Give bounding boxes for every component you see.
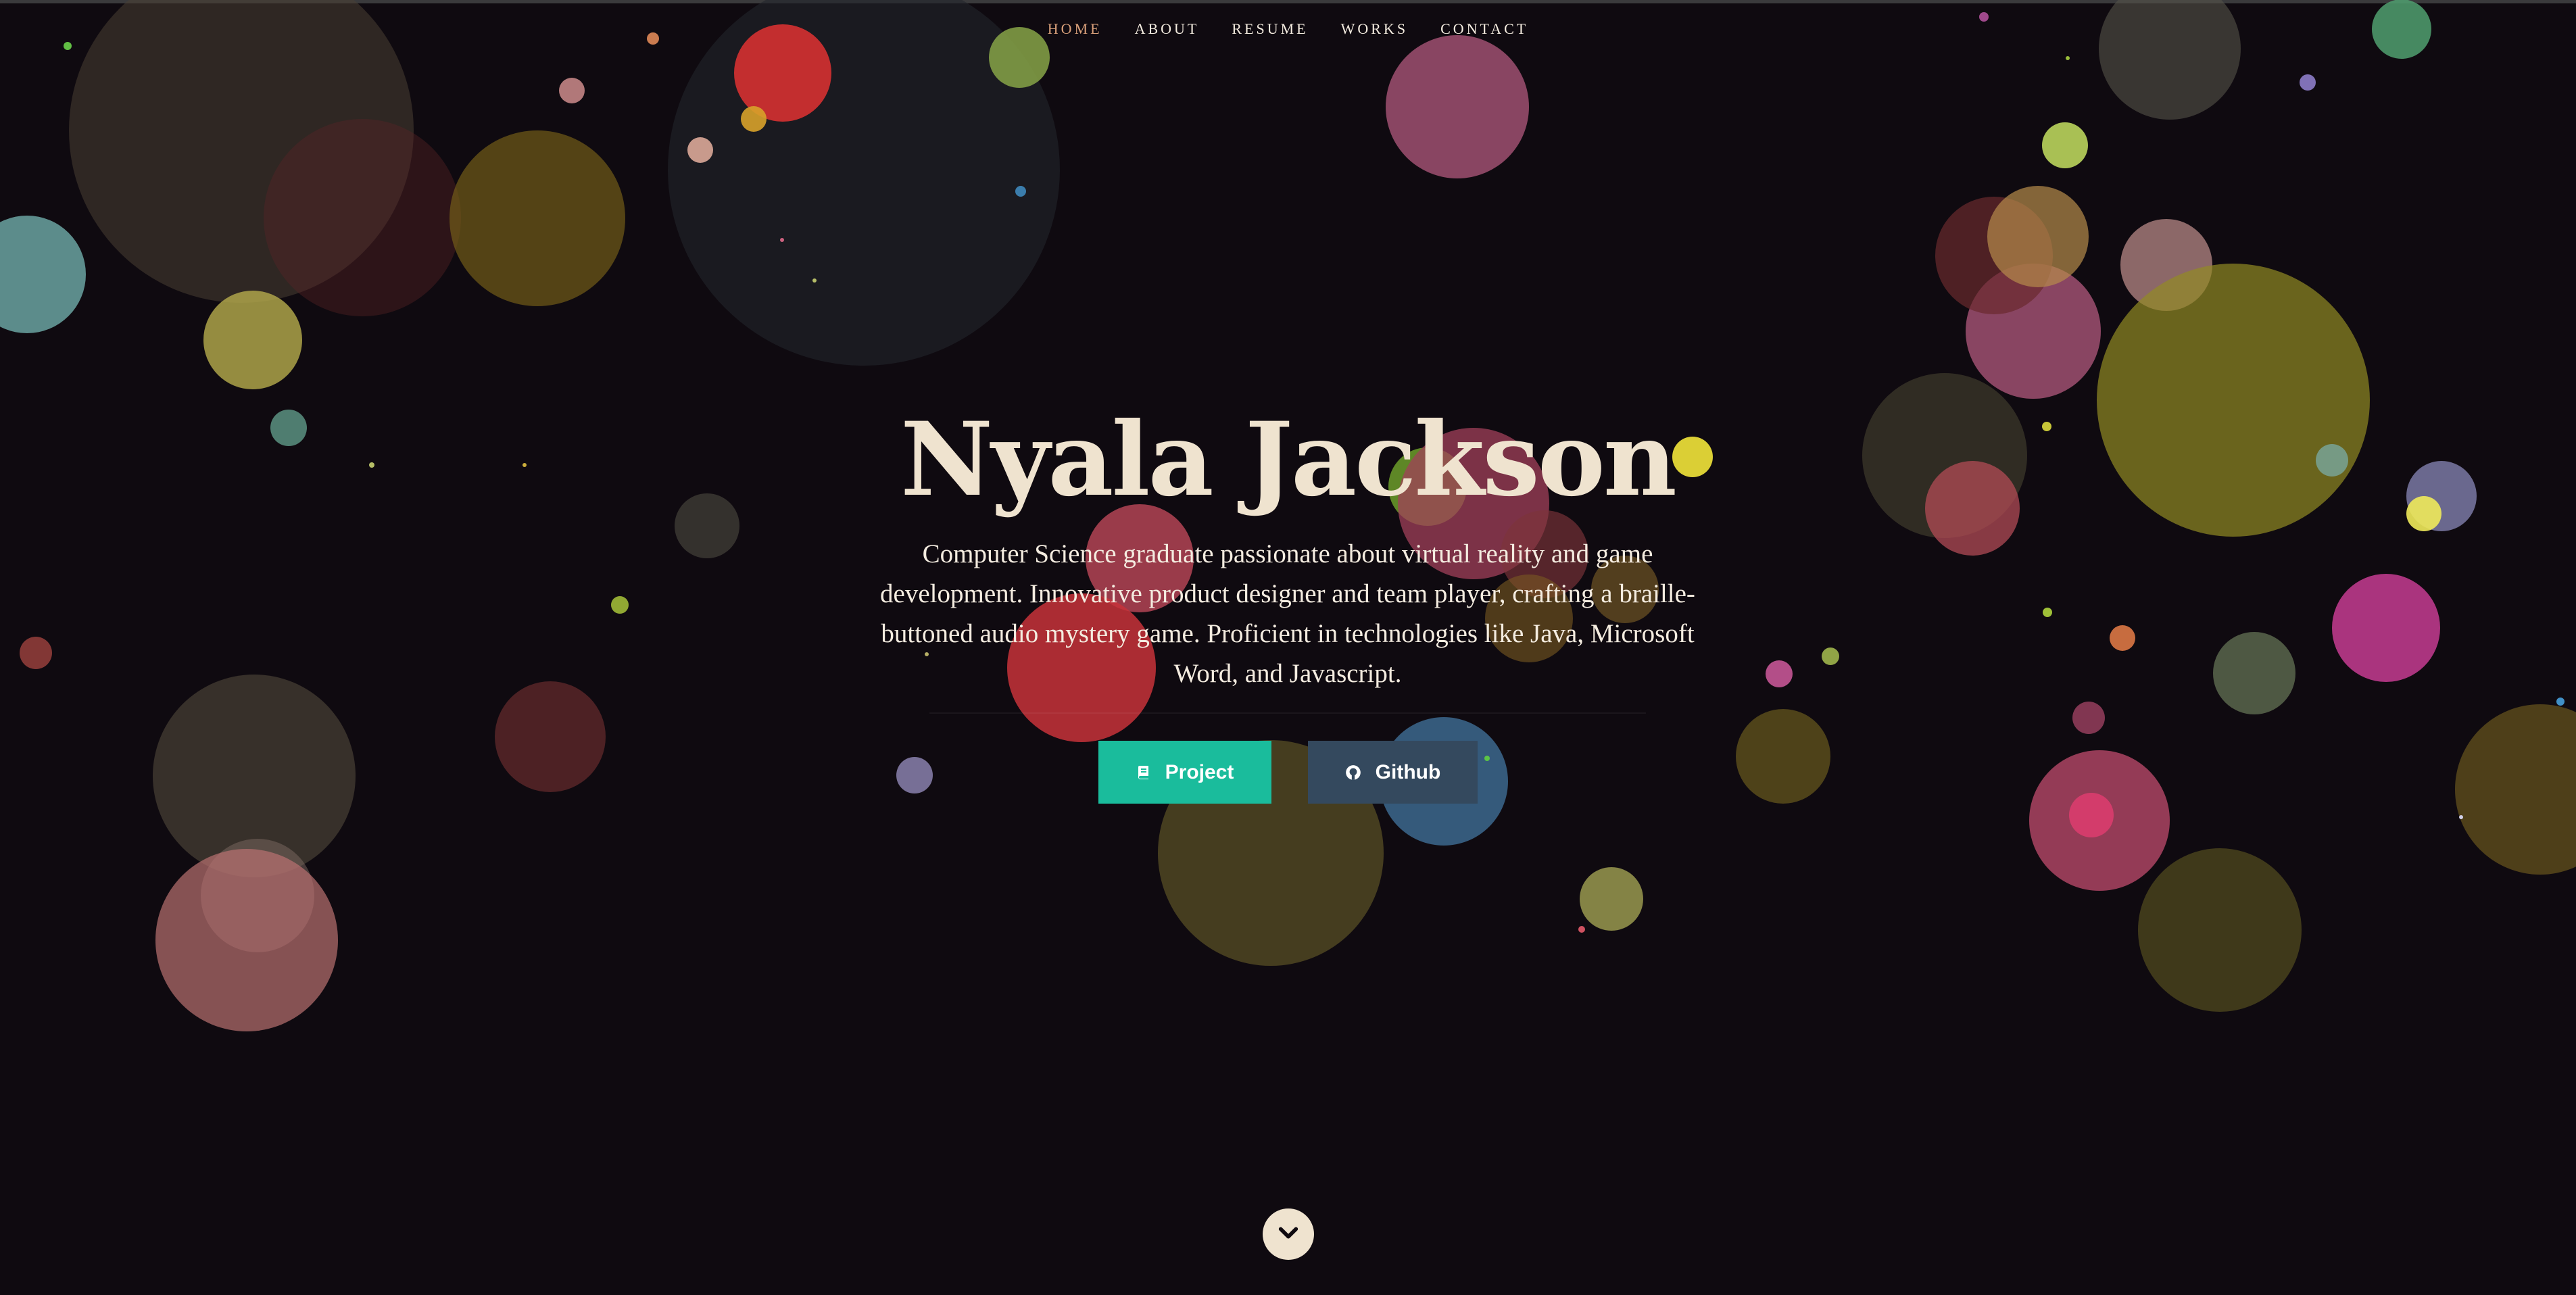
bubble [1736,709,1830,804]
hero-name: Nyala Jackson [900,400,1677,519]
bubble [523,463,527,467]
bubble [1578,926,1585,933]
bubble [2069,793,2114,837]
bubble [741,106,767,132]
bubble [2072,702,2105,734]
bubble [1386,35,1529,178]
bubble [2066,56,2070,60]
bubble [270,410,307,446]
bubble [2213,632,2295,714]
bubble [2406,496,2441,531]
project-button-label: Project [1165,760,1234,783]
hero-divider [929,712,1646,714]
bubble [264,119,461,316]
nav-home-link[interactable]: HOME [1048,20,1102,38]
bubble [611,596,629,614]
bubble [64,42,72,50]
bubble [203,291,302,389]
hero-section: Nyala Jackson Computer Science graduate … [848,392,1727,804]
bubble [2455,704,2576,875]
book-icon [1136,764,1152,781]
hero-bio: Computer Science graduate passionate abo… [880,539,1695,688]
bubble [2097,264,2370,537]
nav-works-link[interactable]: WORKS [1341,20,1408,38]
bubble [2110,625,2135,651]
main-nav: HOME ABOUT RESUME WORKS CONTACT [0,20,2576,38]
bubble [734,24,831,122]
github-button-label: Github [1375,760,1441,783]
scroll-down-button[interactable] [1263,1208,1314,1260]
bubble [1925,461,2020,556]
hero-buttons: Project Github [848,741,1727,804]
bubble [369,462,374,468]
project-button[interactable]: Project [1098,741,1271,804]
nav-resume-link[interactable]: RESUME [1232,20,1308,38]
bubble [2042,422,2051,431]
bubble [20,637,52,669]
bubble [155,849,338,1031]
bubble [449,130,625,306]
bubble [2556,698,2565,706]
bubble [812,278,817,283]
bubble [2099,0,2241,120]
bubble [1580,867,1643,931]
bubble [2043,608,2052,617]
bubble [675,493,739,558]
bubble [2042,122,2088,168]
github-button[interactable]: Github [1307,741,1478,804]
bubble [495,681,606,792]
nav-about-link[interactable]: ABOUT [1135,20,1200,38]
bubble [2316,444,2348,477]
bubble [1015,186,1026,197]
bubble [2300,74,2316,91]
bubble [1822,648,1839,665]
nav-contact-link[interactable]: CONTACT [1440,20,1528,38]
bubble [780,238,784,242]
bubble [1987,186,2089,287]
bubble [559,78,585,103]
chevron-down-icon [1277,1221,1300,1248]
bubble [687,137,713,163]
bubble [2332,574,2440,682]
bubble [1766,660,1793,687]
bubble [0,216,86,333]
bubble [2138,848,2302,1012]
github-icon [1344,764,1362,781]
bubble [2459,815,2463,819]
